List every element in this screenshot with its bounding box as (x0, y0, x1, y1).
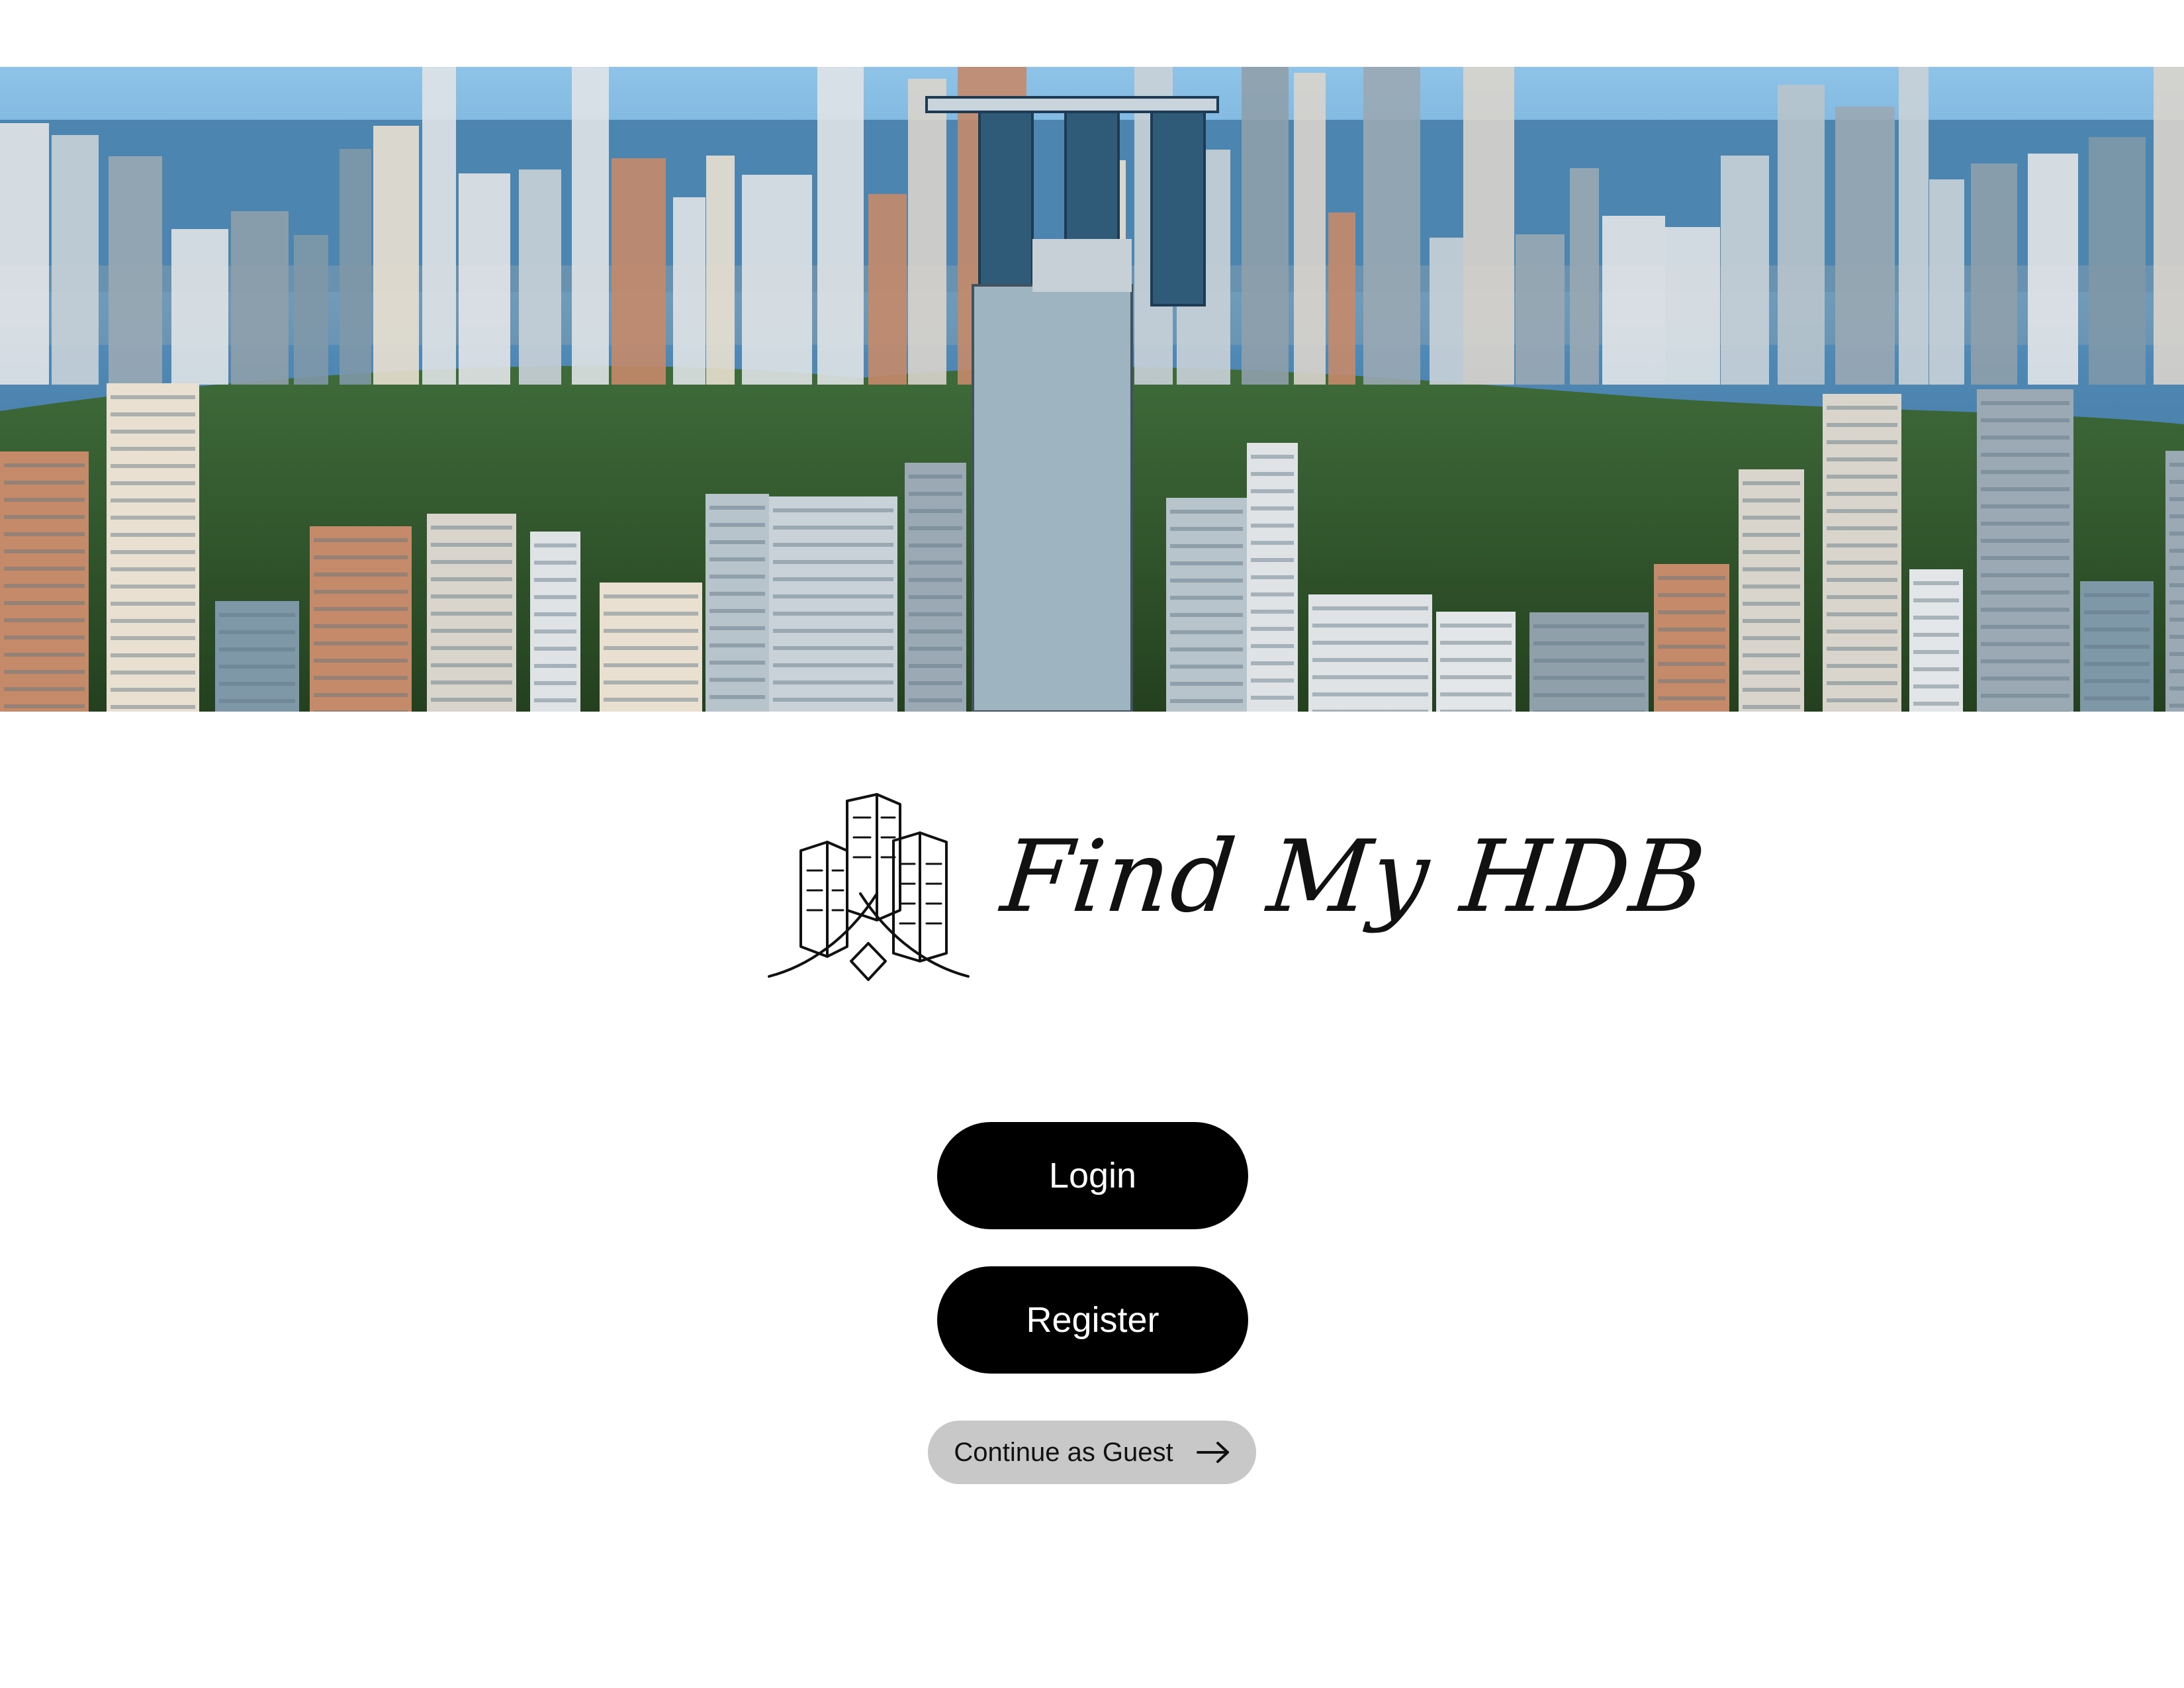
register-button[interactable]: Register (937, 1266, 1248, 1374)
landing-page: Find My HDB Login Register Continue as G… (0, 0, 2184, 1688)
continue-as-guest-label: Continue as Guest (954, 1437, 1173, 1467)
hero-skyline-image (0, 67, 2184, 712)
logo-wordmark: Find My HDB (996, 820, 1711, 935)
login-button[interactable]: Login (937, 1122, 1248, 1229)
continue-as-guest-button[interactable]: Continue as Guest (928, 1421, 1256, 1484)
app-logo: Find My HDB (768, 788, 1711, 986)
arrow-right-icon (1196, 1441, 1230, 1464)
buildings-logo-icon (768, 788, 970, 986)
